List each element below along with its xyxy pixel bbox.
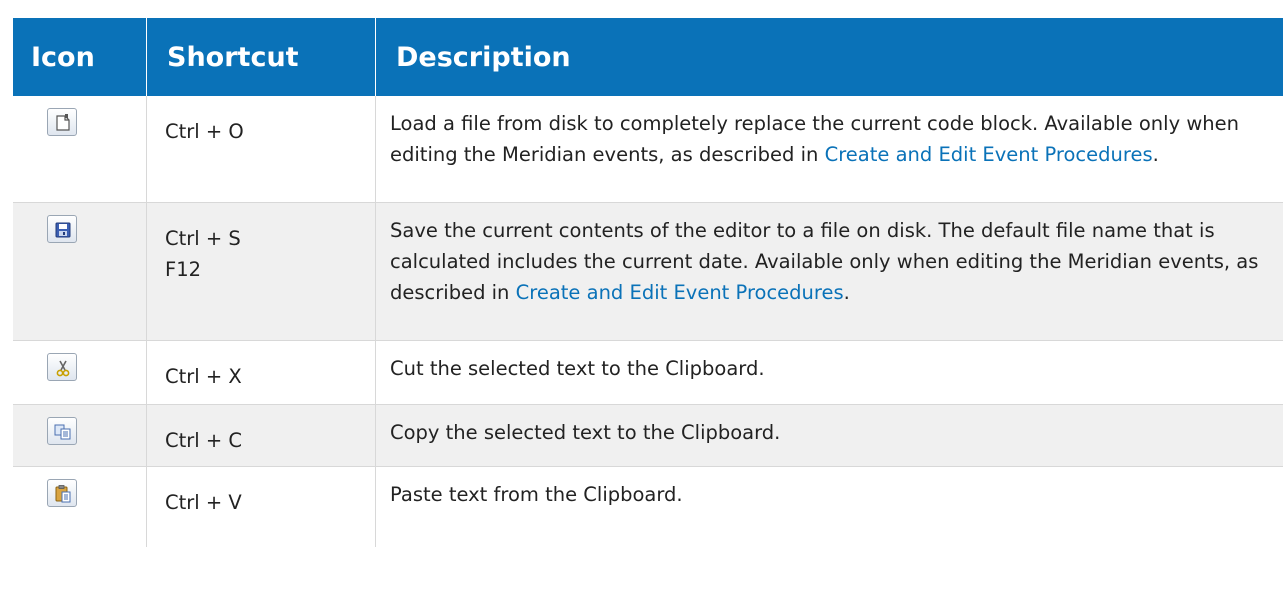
header-description: Description (396, 41, 571, 73)
cut-icon[interactable] (47, 352, 77, 381)
header-icon: Icon (13, 18, 147, 96)
description-text: Paste text from the Clipboard. (390, 482, 683, 506)
description-tail: . (843, 280, 850, 304)
description-tail: . (1152, 143, 1159, 166)
icon-cell (13, 340, 147, 405)
header-shortcut: Shortcut (146, 18, 376, 96)
shortcut-cell: Ctrl + O (146, 96, 376, 203)
shortcut-cell: Ctrl + C (146, 404, 376, 467)
shortcut-text: Ctrl + C (165, 428, 243, 452)
table-row: Ctrl + S F12 Save the current contents o… (13, 202, 1283, 341)
icon-cell (13, 466, 147, 547)
table-row: Ctrl + C Copy the selected text to the C… (13, 404, 1283, 467)
shortcut-text: Ctrl + O (165, 120, 244, 143)
description-text: Cut the selected text to the Clipboard. (390, 356, 765, 380)
description-cell: Cut the selected text to the Clipboard. (375, 340, 1283, 405)
table-row: Ctrl + O Load a file from disk to comple… (13, 96, 1283, 203)
description-cell: Load a file from disk to completely repl… (375, 96, 1283, 203)
description-cell: Save the current contents of the editor … (375, 202, 1283, 341)
copy-icon[interactable] (47, 416, 77, 445)
icon-cell (13, 404, 147, 467)
create-edit-event-procedures-link[interactable]: Create and Edit Event Procedures (825, 143, 1153, 166)
table-header-row: Icon Shortcut Description (13, 18, 1283, 96)
shortcut-table: Icon Shortcut Description Ctrl + O Load … (13, 18, 1283, 547)
table-row: Ctrl + V Paste text from the Clipboard. (13, 466, 1283, 547)
shortcut-text: Ctrl + V (165, 490, 242, 514)
description-text: Copy the selected text to the Clipboard. (390, 420, 781, 444)
table-row: Ctrl + X Cut the selected text to the Cl… (13, 340, 1283, 405)
paste-icon[interactable] (47, 478, 77, 507)
icon-cell (13, 96, 147, 203)
shortcut-cell: Ctrl + X (146, 340, 376, 405)
open-file-icon[interactable] (47, 108, 77, 136)
shortcut-text: Ctrl + X (165, 364, 242, 388)
description-cell: Copy the selected text to the Clipboard. (375, 404, 1283, 467)
shortcut-text: Ctrl + S (165, 226, 241, 250)
shortcut-cell: Ctrl + S F12 (146, 202, 376, 341)
icon-cell (13, 202, 147, 341)
shortcut-cell: Ctrl + V (146, 466, 376, 547)
save-icon[interactable] (47, 214, 77, 243)
description-cell: Paste text from the Clipboard. (376, 466, 1283, 547)
shortcut-text-alt: F12 (165, 257, 202, 281)
create-edit-event-procedures-link[interactable]: Create and Edit Event Procedures (516, 281, 844, 304)
